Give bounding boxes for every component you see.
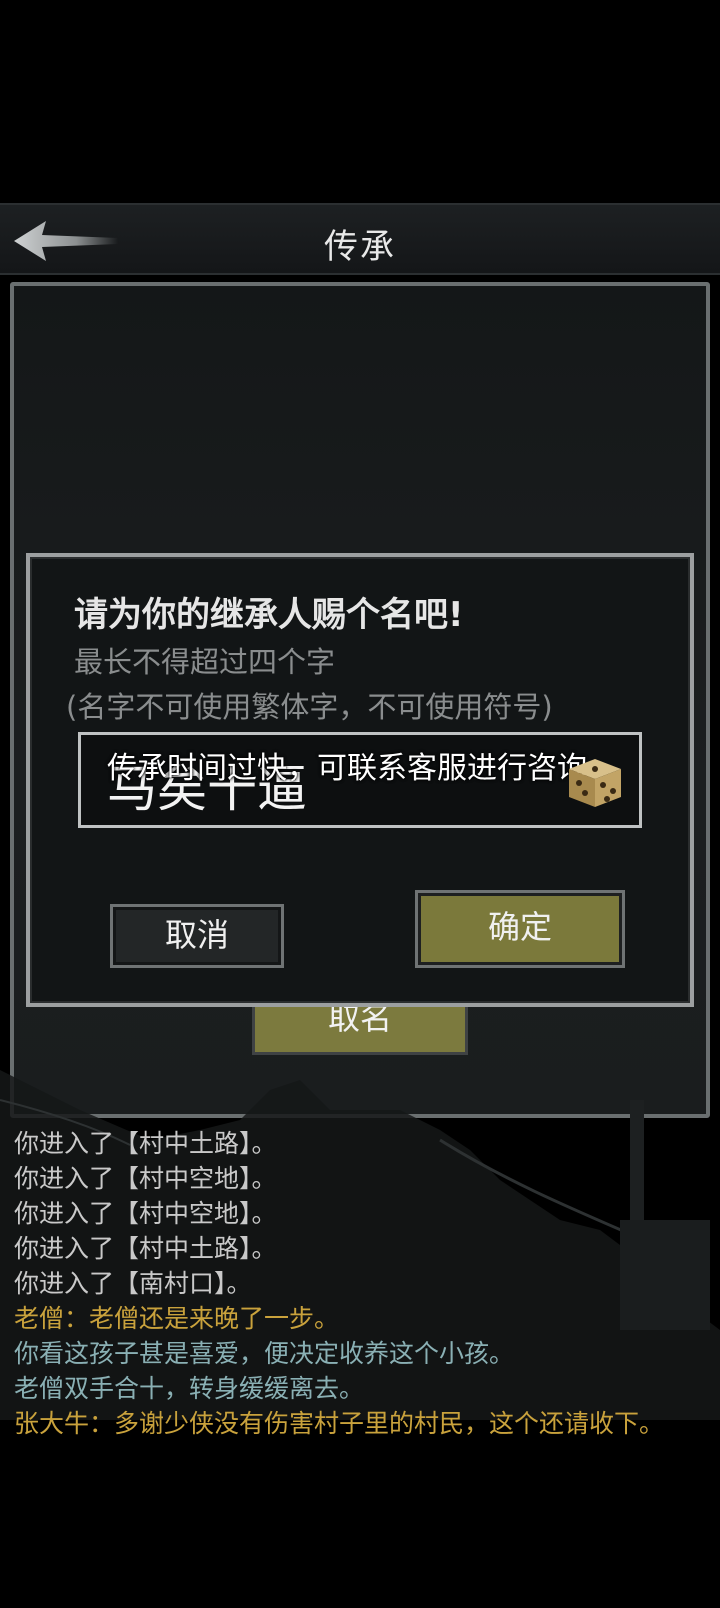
dialog-rule: (名字不可使用繁体字，不可使用符号) bbox=[66, 690, 553, 724]
toast-message: 传承时间过快，可联系客服进行咨询 bbox=[107, 751, 587, 786]
heir-name-input[interactable]: 马矣十逼 传承时间过快，可联系客服进行咨询 bbox=[78, 732, 642, 828]
log-line: 你进入了【村中空地】。 bbox=[14, 1199, 277, 1228]
log-line: 老僧双手合十，转身缓缓离去。 bbox=[14, 1374, 365, 1403]
cancel-button[interactable]: 取消 bbox=[110, 904, 284, 968]
name-heir-dialog: 请为你的继承人赐个名吧! 最长不得超过四个字 (名字不可使用繁体字，不可使用符号… bbox=[26, 553, 694, 1007]
log-line: 你进入了【村中空地】。 bbox=[14, 1164, 277, 1193]
confirm-button[interactable]: 确定 bbox=[415, 890, 625, 968]
dice-icon bbox=[569, 759, 621, 807]
log-line: 你进入了【村中土路】。 bbox=[14, 1129, 277, 1158]
dialog-title: 请为你的继承人赐个名吧! bbox=[74, 595, 464, 635]
screen: 传承 取名 你进入了【村中土路】。 你进入了【村中空地】。 你进入了【村中空地】… bbox=[0, 0, 720, 1608]
title-bar: 传承 bbox=[0, 203, 720, 275]
page-title: 传承 bbox=[324, 227, 396, 267]
dialog-hint: 最长不得超过四个字 bbox=[74, 645, 336, 679]
log-line: 张大牛：多谢少侠没有伤害村子里的村民，这个还请收下。 bbox=[14, 1409, 665, 1438]
log-line: 你进入了【南村口】。 bbox=[14, 1269, 252, 1298]
log-line: 你进入了【村中土路】。 bbox=[14, 1234, 277, 1263]
random-name-button[interactable] bbox=[565, 755, 625, 811]
log-line: 老僧：老僧还是来晚了一步。 bbox=[14, 1304, 340, 1333]
log-line: 你看这孩子甚是喜爱，便决定收养这个小孩。 bbox=[14, 1339, 515, 1368]
